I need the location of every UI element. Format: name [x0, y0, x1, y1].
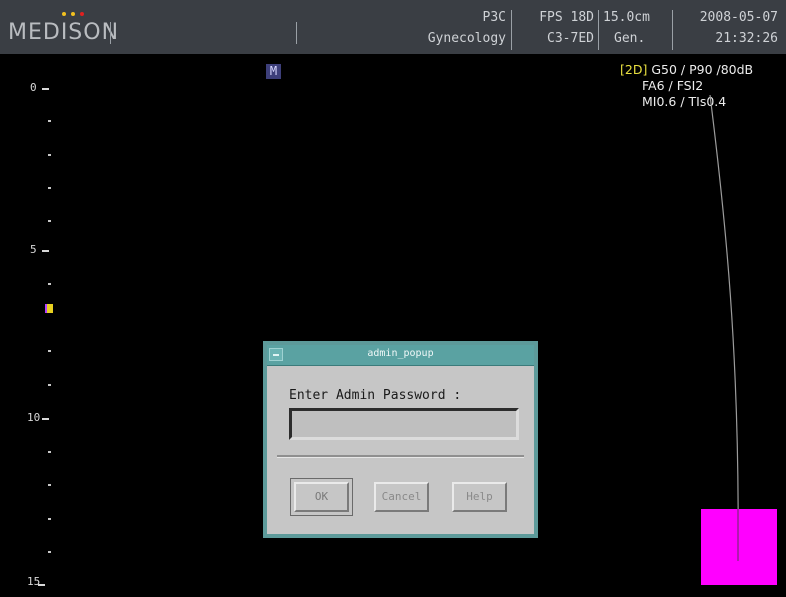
header-divider — [672, 10, 673, 50]
marker-line — [737, 509, 739, 561]
transducer-label: C3-7ED — [547, 31, 594, 46]
scale-label: 10 — [27, 411, 41, 424]
dialog-titlebar[interactable]: admin_popup — [267, 345, 534, 366]
ok-button[interactable]: OK — [290, 478, 353, 516]
dialog-divider — [277, 455, 524, 458]
status-header: MEDISON P3C Gynecology FPS 18D C3-7ED 15… — [0, 0, 786, 54]
header-divider — [511, 10, 512, 50]
header-divider — [598, 10, 599, 50]
scale-dot — [48, 451, 51, 453]
depth-guide-curve — [709, 95, 739, 561]
scale-label: 0 — [30, 81, 37, 94]
scale-dot — [48, 350, 51, 352]
date-label: 2008-05-07 — [699, 10, 778, 25]
scale-label: 5 — [30, 243, 37, 256]
scale-dot — [48, 283, 51, 285]
fps-label: FPS 18D — [539, 10, 594, 25]
scale-tick — [42, 250, 49, 252]
depth-label: 15.0cm — [603, 10, 650, 25]
scale-dot — [48, 187, 51, 189]
admin-popup-dialog: admin_popup Enter Admin Password : OK Ca… — [263, 341, 538, 538]
param-line-1: [2D] G50 / P90 /80dB — [620, 62, 753, 78]
gain-power-range: G50 / P90 /80dB — [651, 62, 754, 77]
mode-label: Gen. — [614, 31, 646, 46]
guide-line — [709, 95, 739, 561]
scale-dot — [48, 154, 51, 156]
logo-dots — [62, 12, 102, 18]
cancel-button[interactable]: Cancel — [374, 482, 429, 512]
password-prompt: Enter Admin Password : — [289, 388, 462, 403]
focus-marker[interactable] — [45, 304, 53, 313]
scale-dot — [48, 484, 51, 486]
scale-label: 15 — [27, 575, 41, 588]
scale-dot — [48, 384, 51, 386]
scale-tick — [42, 418, 49, 420]
scale-tick — [42, 88, 49, 90]
ultrasound-screen: MEDISON P3C Gynecology FPS 18D C3-7ED 15… — [0, 0, 786, 597]
scale-dot — [48, 120, 51, 122]
brand-logo: MEDISON — [8, 20, 120, 45]
scale-dot — [48, 220, 51, 222]
scale-tick — [38, 584, 45, 586]
probe-label: P3C — [482, 10, 506, 25]
header-divider — [110, 22, 111, 44]
application-label: Gynecology — [427, 31, 506, 46]
dialog-title: admin_popup — [367, 348, 434, 359]
scale-dot — [48, 551, 51, 553]
help-button[interactable]: Help — [452, 482, 507, 512]
scale-dot — [48, 518, 51, 520]
admin-password-input[interactable] — [289, 408, 519, 440]
time-label: 21:32:26 — [715, 31, 778, 46]
param-line-2: FA6 / FSI2 — [642, 78, 704, 93]
mode-tag: [2D] — [620, 62, 648, 77]
header-divider — [296, 22, 297, 44]
m-mode-indicator[interactable]: M — [266, 64, 281, 79]
